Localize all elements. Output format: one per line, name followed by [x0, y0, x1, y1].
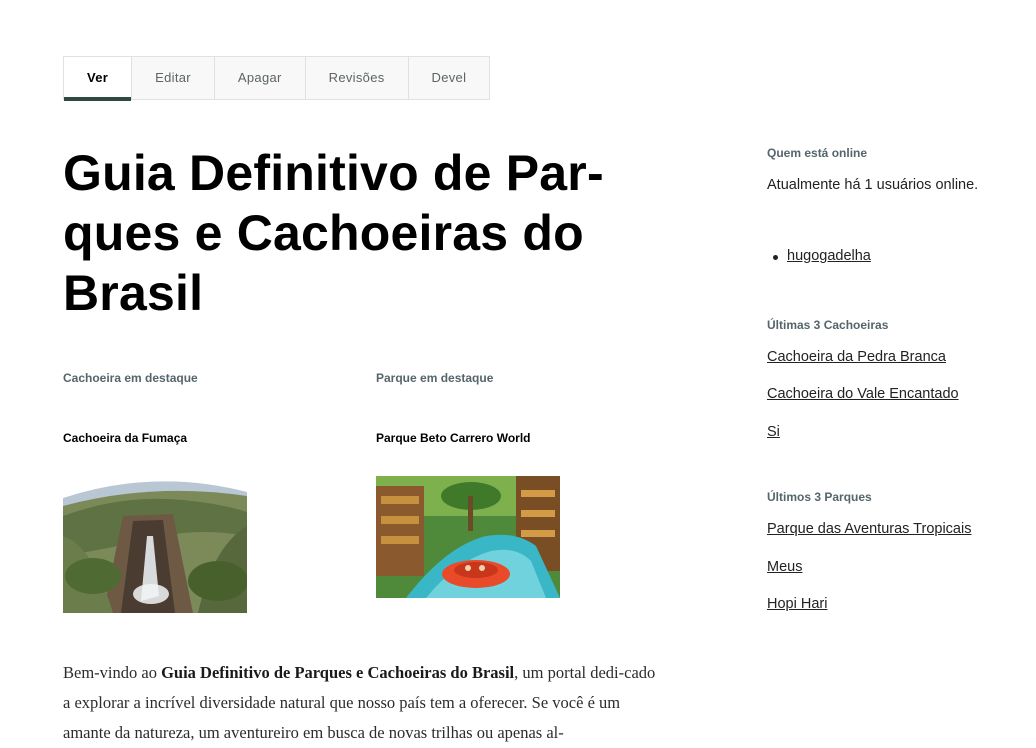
featured-park-name: Parque Beto Carrero World [376, 431, 531, 445]
park-link[interactable]: Parque das Aventuras Tropicais [767, 521, 971, 537]
tab-apagar[interactable]: Apagar [215, 57, 306, 99]
sidebar-waterfalls-heading: Últimas 3 Cachoeiras [767, 318, 889, 332]
featured-park-image[interactable] [376, 476, 560, 598]
featured-waterfall-label: Cachoeira em destaque [63, 371, 198, 385]
tab-ver[interactable]: Ver [64, 57, 133, 101]
featured-park-label: Parque em destaque [376, 371, 494, 385]
intro-prefix: Bem-vindo ao [63, 663, 162, 682]
waterfall-link[interactable]: Cachoeira do Vale Encantado [767, 386, 959, 402]
tab-revisoes[interactable]: Revisões [306, 57, 409, 99]
local-tasks-tabs: Ver Editar Apagar Revisões Devel [63, 56, 491, 101]
intro-bold: Guia Definitivo de Parques e Cachoeiras … [161, 663, 515, 682]
page-title-text: Guia Definitivo de Par-ques e Cachoeiras… [63, 145, 604, 321]
featured-waterfall-image[interactable] [63, 476, 247, 613]
user-list-bullet [773, 255, 778, 260]
page-title: Guia Definitivo de Par-ques e Cachoeiras… [63, 143, 663, 323]
intro-paragraph: Bem-vindo ao Guia Definitivo de Parques … [63, 658, 663, 748]
online-user-link[interactable]: hugogadelha [787, 248, 871, 264]
waterfall-link[interactable]: Si [767, 424, 780, 440]
park-link[interactable]: Meus [767, 559, 802, 575]
sidebar-online-text: Atualmente há 1 usuários online. [767, 177, 979, 193]
featured-waterfall-name: Cachoeira da Fumaça [63, 431, 188, 445]
tab-editar[interactable]: Editar [132, 57, 215, 99]
tab-devel[interactable]: Devel [409, 57, 490, 99]
park-link[interactable]: Hopi Hari [767, 596, 827, 612]
sidebar-parks-heading: Últimos 3 Parques [767, 490, 872, 504]
sidebar-online-heading: Quem está online [767, 146, 868, 160]
waterfall-link[interactable]: Cachoeira da Pedra Branca [767, 349, 946, 365]
